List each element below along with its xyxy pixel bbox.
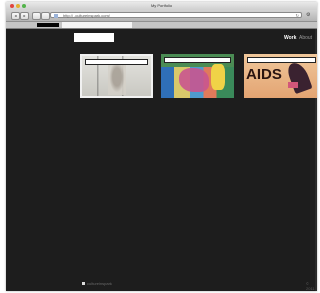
portfolio-tile-3[interactable]: AIDS bbox=[244, 54, 317, 98]
browser-toolbar: ◂ ▸ http:// .cultureinspark.com/ ↻ ⚙ bbox=[6, 10, 317, 22]
footer-credit[interactable]: cultureinspark bbox=[82, 281, 112, 286]
footer-logo-icon bbox=[82, 282, 85, 285]
nav-about-link[interactable]: About bbox=[299, 35, 312, 41]
url-text: http:// .cultureinspark.com/ bbox=[63, 13, 110, 18]
favicon-icon bbox=[54, 14, 58, 18]
bookmark-button[interactable] bbox=[41, 12, 50, 20]
tile-2-artwork-shape bbox=[179, 68, 209, 92]
footer-copyright: © 2011 bbox=[306, 281, 315, 291]
tile-3-poster-text: AIDS bbox=[246, 66, 282, 83]
portfolio-tile-2[interactable] bbox=[161, 54, 234, 98]
bookmarks-bar bbox=[6, 22, 317, 29]
tile-3-caption-bar bbox=[247, 57, 316, 63]
nav-work-link[interactable]: Work bbox=[284, 35, 296, 41]
reload-icon[interactable]: ↻ bbox=[296, 13, 299, 19]
tile-1-artwork bbox=[108, 65, 126, 95]
settings-icon[interactable]: ⚙ bbox=[306, 12, 314, 18]
tile-3-artwork-figure bbox=[285, 59, 313, 95]
site-logo[interactable] bbox=[74, 33, 114, 42]
tab-area[interactable] bbox=[62, 22, 132, 28]
portfolio-tile-1[interactable] bbox=[80, 54, 153, 98]
forward-button[interactable]: ▸ bbox=[20, 12, 29, 20]
redacted-bookmark[interactable] bbox=[37, 23, 59, 27]
browser-window: My Portfolio ◂ ▸ http:// .cultureinspark… bbox=[6, 2, 317, 291]
back-button[interactable]: ◂ bbox=[11, 12, 20, 20]
address-bar[interactable]: http:// .cultureinspark.com/ ↻ bbox=[50, 12, 302, 18]
tile-3-artwork-accent bbox=[288, 82, 298, 88]
tile-1-caption-bar bbox=[85, 59, 148, 65]
footer-credit-text: cultureinspark bbox=[87, 281, 112, 286]
tile-2-artwork-shape-2 bbox=[211, 64, 225, 90]
tile-2-caption-bar bbox=[164, 57, 231, 63]
title-bar: My Portfolio bbox=[6, 2, 317, 10]
window-title: My Portfolio bbox=[150, 3, 173, 8]
home-button[interactable] bbox=[32, 12, 41, 20]
